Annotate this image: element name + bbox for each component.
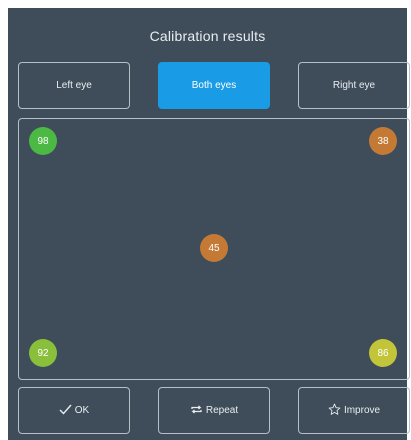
- ok-button-label: OK: [74, 405, 90, 416]
- calibration-point-bottom-left: 92: [29, 339, 57, 367]
- calibration-point-value: 38: [377, 135, 389, 147]
- page-title: Calibration results: [149, 28, 266, 44]
- calibration-panel: Calibration results Left eye Both eyes R…: [8, 8, 410, 440]
- star-icon: [328, 403, 341, 419]
- tab-right-eye[interactable]: Right eye: [298, 62, 410, 109]
- calibration-point-value: 86: [377, 347, 389, 359]
- tab-left-eye[interactable]: Left eye: [18, 62, 130, 109]
- improve-button-label: Improve: [343, 405, 381, 416]
- check-icon: [59, 404, 72, 418]
- repeat-button-label: Repeat: [205, 405, 239, 416]
- calibration-point-top-right: 38: [369, 127, 397, 155]
- calibration-point-value: 45: [208, 242, 220, 254]
- ok-button[interactable]: OK: [18, 387, 130, 434]
- calibration-point-center: 45: [200, 234, 228, 262]
- repeat-button[interactable]: Repeat: [158, 387, 270, 434]
- calibration-point-bottom-right: 86: [369, 339, 397, 367]
- calibration-point-top-left: 98: [29, 127, 57, 155]
- calibration-point-value: 98: [37, 135, 49, 147]
- improve-button[interactable]: Improve: [298, 387, 410, 434]
- tab-both-eyes[interactable]: Both eyes: [158, 62, 270, 109]
- repeat-icon: [190, 404, 203, 418]
- calibration-point-value: 92: [37, 347, 49, 359]
- calibration-plot-area: 98 38 45 92 86: [18, 118, 410, 380]
